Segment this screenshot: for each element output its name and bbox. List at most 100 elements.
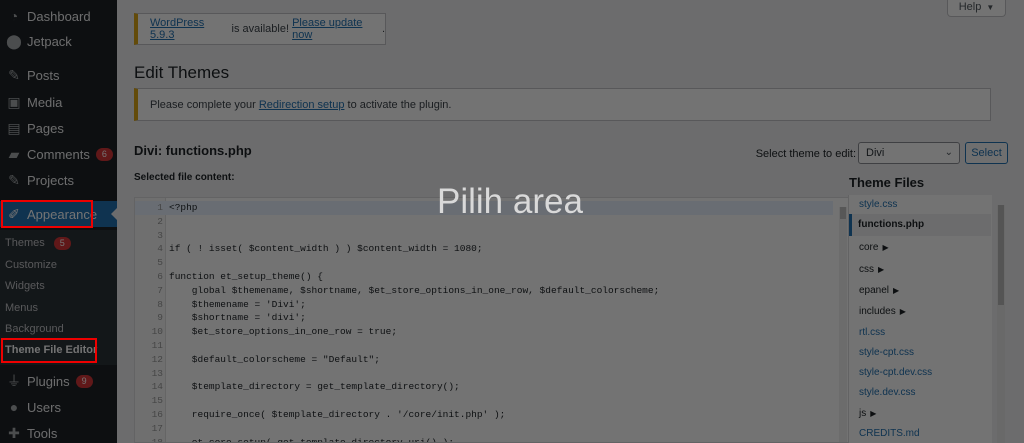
sidebar-item-users[interactable]: ● Users <box>0 394 117 420</box>
caret-right-icon: ▶ <box>870 409 877 418</box>
file-title: Divi: functions.php <box>134 143 252 158</box>
appearance-highlight-box <box>1 200 93 228</box>
theme-file-label: epanel <box>859 285 890 296</box>
select-theme-button[interactable]: Select <box>965 142 1008 164</box>
theme-file-item[interactable]: style.css <box>859 199 897 210</box>
pin-icon: ✎ <box>8 171 20 188</box>
line-number: 4 <box>157 243 163 255</box>
theme-file-editor-highlight-box <box>1 338 97 363</box>
update-now-link[interactable]: Please update now <box>292 17 382 41</box>
code-line[interactable]: 15 <box>135 394 835 408</box>
code-line[interactable]: 9 $shortname = 'divi'; <box>135 311 835 325</box>
theme-select[interactable]: Divi ⌄ <box>858 142 960 164</box>
scrollbar-thumb[interactable] <box>998 205 1004 305</box>
themes-count-badge: 5 <box>53 237 71 250</box>
theme-file-label: css <box>859 264 874 275</box>
theme-file-item[interactable]: style-cpt.css <box>859 347 914 358</box>
submenu-item-customize[interactable]: Customize <box>5 259 57 271</box>
theme-file-item[interactable]: style-cpt.dev.css <box>859 367 932 378</box>
sidebar-item-tools[interactable]: ✚ Tools <box>0 420 117 443</box>
redirection-setup-link[interactable]: Redirection setup <box>259 99 345 111</box>
sidebar-item-media[interactable]: ▣ Media <box>0 89 117 115</box>
code-line[interactable]: 11 <box>135 339 835 353</box>
line-number: 17 <box>151 422 163 434</box>
code-line[interactable]: 4 if ( ! isset( $content_width ) ) $conte… <box>135 242 835 256</box>
line-number: 7 <box>157 284 163 296</box>
theme-file-label: core <box>859 242 879 253</box>
theme-file-item[interactable]: rtl.css <box>859 327 885 338</box>
code-line[interactable]: 3 <box>135 229 835 243</box>
theme-file-label: rtl.css <box>859 327 886 338</box>
code-text: et_core_setup( get_template_directory_ur… <box>169 436 455 443</box>
caret-right-icon: ▶ <box>882 243 889 252</box>
sidebar-item-label: Media <box>27 94 63 110</box>
code-line[interactable]: 17 <box>135 422 835 436</box>
sidebar-item-comments[interactable]: ▰ Comments 6 <box>0 141 117 167</box>
theme-folder-item[interactable]: css ▶ <box>859 264 884 275</box>
submenu-item-themes[interactable]: Themes 5 <box>5 237 71 250</box>
sidebar-item-jetpack[interactable]: ⬤ Jetpack <box>0 28 117 54</box>
update-notice-text: is available! <box>228 23 293 35</box>
theme-files-scrollbar[interactable] <box>997 205 1005 443</box>
sidebar-item-label: Posts <box>27 67 60 83</box>
line-number: 14 <box>151 381 163 393</box>
code-text: function et_setup_theme() { <box>169 271 323 282</box>
wordpress-version-link[interactable]: WordPress 5.9.3 <box>150 17 228 41</box>
caret-right-icon: ▶ <box>893 286 900 295</box>
code-text: global $themename, $shortname, $et_store… <box>169 284 660 296</box>
line-number: 16 <box>151 409 163 420</box>
theme-file-item[interactable]: CREDITS.md <box>859 428 920 439</box>
dashboard-icon: ◔ <box>9 8 19 24</box>
code-line[interactable]: 6 function et_setup_theme() { <box>135 270 835 284</box>
sidebar-item-plugins[interactable]: ⏚ Plugins 9 <box>0 368 117 394</box>
chevron-down-icon: ▼ <box>986 2 995 12</box>
theme-file-label: includes <box>859 306 896 317</box>
caret-right-icon: ▶ <box>899 307 906 316</box>
help-label: Help <box>958 1 982 13</box>
scrollbar-thumb[interactable] <box>840 207 846 219</box>
theme-file-item[interactable]: functions.php <box>849 214 991 236</box>
line-number: 11 <box>151 340 163 351</box>
sidebar-item-posts[interactable]: ✎ Posts <box>0 62 117 88</box>
update-notice: WordPress 5.9.3 is available! Please upd… <box>134 13 386 45</box>
user-icon: ● <box>9 399 19 415</box>
code-text: $shortname = 'divi'; <box>169 312 306 324</box>
selected-file-label: Selected file content: <box>134 172 235 183</box>
theme-folder-item[interactable]: core ▶ <box>859 242 889 253</box>
submenu-item-background[interactable]: Background <box>5 323 64 335</box>
code-line[interactable]: 18 et_core_setup( get_template_directory… <box>135 436 835 443</box>
jetpack-icon: ⬤ <box>6 32 22 49</box>
theme-folder-item[interactable]: epanel ▶ <box>859 285 899 296</box>
code-line[interactable]: 12 $default_colorscheme = "Default"; <box>135 353 835 367</box>
code-line[interactable]: 8 $themename = 'Divi'; <box>135 298 835 312</box>
submenu-item-widgets[interactable]: Widgets <box>5 280 45 292</box>
theme-file-label: style.css <box>859 199 898 210</box>
help-button[interactable]: Help ▼ <box>947 0 1006 17</box>
code-line[interactable]: 7 global $themename, $shortname, $et_sto… <box>135 284 835 298</box>
line-number: 1 <box>157 202 163 213</box>
theme-folder-item[interactable]: js ▶ <box>859 408 876 419</box>
sidebar-item-pages[interactable]: ▤ Pages <box>0 115 117 141</box>
theme-files-title: Theme Files <box>849 175 925 190</box>
sidebar-item-projects[interactable]: ✎ Projects <box>0 167 117 193</box>
line-number: 5 <box>157 257 163 269</box>
line-number: 12 <box>151 353 163 365</box>
sidebar-item-label: Comments <box>27 146 90 162</box>
line-number: 3 <box>157 229 163 241</box>
theme-folder-item[interactable]: includes ▶ <box>859 306 906 317</box>
code-line[interactable]: 16 require_once( $template_directory . '… <box>135 408 835 422</box>
code-line[interactable]: 14 $template_directory = get_template_di… <box>135 380 835 394</box>
sidebar-item-dashboard[interactable]: ◔ Dashboard <box>0 3 117 29</box>
line-number: 6 <box>157 271 163 282</box>
code-line[interactable]: 13 <box>135 367 835 381</box>
editor-scrollbar[interactable] <box>839 207 847 442</box>
code-text: if ( ! isset( $content_width ) ) $conten… <box>169 243 483 255</box>
theme-file-item[interactable]: style.dev.css <box>859 387 916 398</box>
submenu-item-menus[interactable]: Menus <box>5 302 38 314</box>
code-line[interactable]: 5 <box>135 256 835 270</box>
code-line[interactable]: 10 $et_store_options_in_one_row = true; <box>135 325 835 339</box>
page-title: Edit Themes <box>134 63 230 82</box>
plug-icon: ⏚ <box>7 373 21 389</box>
code-editor[interactable]: 1 <?php 2 3 4 if ( ! isset( $content_width ) … <box>134 197 965 443</box>
sidebar-item-label: Jetpack <box>27 33 72 49</box>
